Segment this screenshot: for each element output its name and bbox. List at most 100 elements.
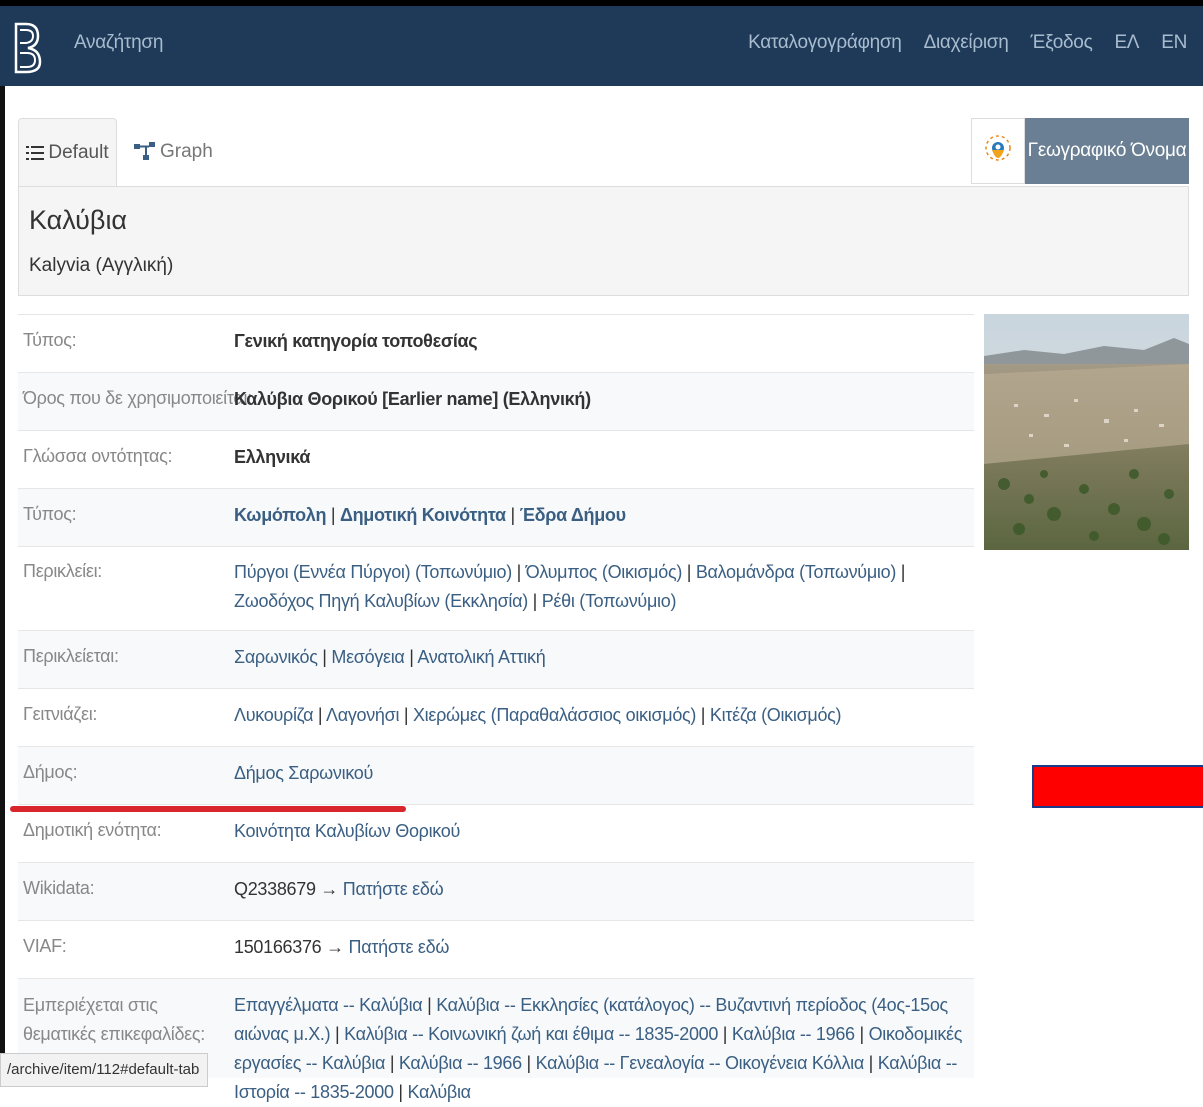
property-value: Γενική κατηγορία τοποθεσίας <box>234 327 966 356</box>
property-value-link[interactable]: Χιερώμες (Παραθαλάσσιος οικισμός) <box>413 705 696 725</box>
property-value-link[interactable]: Επαγγέλματα -- Καλύβια <box>234 995 423 1015</box>
property-value: Σαρωνικός | Μεσόγεια | Ανατολική Αττική <box>234 643 966 672</box>
nav-search-link[interactable]: Αναζήτηση <box>74 32 163 54</box>
property-label: Γλώσσα οντότητας: <box>23 446 173 466</box>
nav-admin-link[interactable]: Διαχείριση <box>924 32 1009 54</box>
property-value: Κοινότητα Καλυβίων Θορικού <box>234 817 966 846</box>
red-highlight-box <box>1032 765 1203 808</box>
tab-default-label: Default <box>48 141 109 163</box>
property-value-link[interactable]: Σαρωνικός <box>234 647 318 667</box>
nav-cataloguing-link[interactable]: Καταλογογράφηση <box>748 32 902 54</box>
property-value-text: Ελληνικά <box>234 447 311 467</box>
property-value: Επαγγέλματα -- Καλύβια | Καλύβια -- Εκκλ… <box>234 991 966 1107</box>
property-value: Ελληνικά <box>234 443 966 472</box>
property-value: Δήμος Σαρωνικού <box>234 759 966 788</box>
property-value-text: Καλύβια Θορικού [Earlier name] (Ελληνική… <box>234 389 591 409</box>
property-value-link[interactable]: Κοινότητα Καλυβίων Θορικού <box>234 821 460 841</box>
property-row: VIAF: 150166376 → Πατήστε εδώ <box>18 920 974 978</box>
property-label: Περικλείει: <box>23 561 103 581</box>
property-value-link[interactable]: Ζωοδόχος Πηγή Καλυβίων (Εκκλησία) <box>234 591 528 611</box>
property-value: Καλύβια Θορικού [Earlier name] (Ελληνική… <box>234 385 966 414</box>
property-value-text: | <box>521 1053 536 1073</box>
property-row: Τύπος: Κωμόπολη | Δημοτική Κοινότητα | Έδ… <box>18 488 974 546</box>
property-value-link[interactable]: Πύργοι (Εννέα Πύργοι) (Τοπωνύμιο) <box>234 562 512 582</box>
top-navbar: Αναζήτηση Καταλογογράφηση Διαχείριση Έξο… <box>0 0 1203 86</box>
property-label: Γειτνιάζει: <box>23 704 98 724</box>
property-value-link[interactable]: Πατήστε εδώ <box>343 879 444 899</box>
property-value-text: | <box>696 705 710 725</box>
property-value-text: Q2338679 → <box>234 879 343 899</box>
graph-icon <box>134 142 155 160</box>
window-left-edge <box>0 86 5 1087</box>
property-label: Δημοτική ενότητα: <box>23 820 162 840</box>
nav-lang-en-link[interactable]: EN <box>1161 32 1187 54</box>
property-value-link[interactable]: Πατήστε εδώ <box>349 937 450 957</box>
nav-lang-el-link[interactable]: ΕΛ <box>1114 32 1139 54</box>
property-label: Εμπεριέχεται στις θεματικές επικεφαλίδες… <box>23 995 205 1044</box>
property-value-text: | <box>399 705 413 725</box>
property-value-link[interactable]: Ανατολική Αττική <box>417 647 545 667</box>
property-value: 150166376 → Πατήστε εδώ <box>234 933 966 962</box>
property-value-text: | <box>330 1024 345 1044</box>
property-value-link[interactable]: Λυκουρίζα <box>234 705 313 725</box>
property-value-text: | <box>313 705 326 725</box>
property-label: Τύπος: <box>23 330 77 350</box>
nav-right-menu: Καταλογογράφηση Διαχείριση Έξοδος ΕΛ EN <box>748 32 1203 54</box>
property-value-text: | <box>326 505 340 525</box>
property-value-link[interactable]: Βαλομάνδρα (Τοπωνύμιο) <box>696 562 897 582</box>
property-value-text: | <box>317 647 332 667</box>
property-value-text: | <box>511 562 526 582</box>
red-underline-annotation <box>10 806 406 812</box>
tab-default[interactable]: Default <box>18 118 117 186</box>
nav-logout-link[interactable]: Έξοδος <box>1030 32 1092 54</box>
property-value-text: Γενική κατηγορία τοποθεσίας <box>234 331 478 351</box>
property-value-link[interactable]: Καλύβια -- Γενεαλογία -- Οικογένεια Κόλλ… <box>536 1053 865 1073</box>
property-value-link[interactable]: Μεσόγεια <box>331 647 404 667</box>
property-label: Δήμος: <box>23 762 78 782</box>
property-value-link[interactable]: Κωμόπολη <box>234 505 326 525</box>
logo-icon[interactable] <box>12 20 42 76</box>
property-value-text: | <box>527 591 542 611</box>
property-value-text: | <box>682 562 696 582</box>
entity-photo[interactable] <box>984 314 1189 550</box>
property-value-link[interactable]: Κιτέζα (Οικισμός) <box>710 705 842 725</box>
property-value-text: | <box>718 1024 732 1044</box>
property-value: Λυκουρίζα | Λαγονήσι | Χιερώμες (Παραθαλ… <box>234 701 966 730</box>
property-label: Όρος που δε χρησιμοποιείται: <box>23 388 252 408</box>
entity-type-badge: Γεωγραφικό Όνομα <box>1025 118 1189 184</box>
property-label: Τύπος: <box>23 504 77 524</box>
property-value: Q2338679 → Πατήστε εδώ <box>234 875 966 904</box>
property-value: Κωμόπολη | Δημοτική Κοινότητα | Έδρα Δήμ… <box>234 501 966 530</box>
property-label: VIAF: <box>23 936 67 956</box>
property-value-text: | <box>422 995 437 1015</box>
property-row: Όρος που δε χρησιμοποιείται: Καλύβια Θορι… <box>18 372 974 430</box>
property-value-link[interactable]: Καλύβια -- Κοινωνική ζωή και έθιμα -- 18… <box>344 1024 718 1044</box>
property-value-text: | <box>863 1053 878 1073</box>
property-value-link[interactable]: Όλυμπος (Οικισμός) <box>526 562 683 582</box>
property-row: Τύπος: Γενική κατηγορία τοποθεσίας <box>18 314 974 372</box>
property-value-link[interactable]: Καλύβια -- 1966 <box>732 1024 855 1044</box>
property-value-link[interactable]: Καλύβια -- 1966 <box>399 1053 522 1073</box>
property-value-link[interactable]: Ρέθι (Τοπωνύμιο) <box>542 591 677 611</box>
property-value-text: | <box>896 562 906 582</box>
property-row: Δημοτική ενότητα: Κοινότητα Καλυβίων Θορι… <box>18 804 974 862</box>
property-value-text: | <box>505 505 520 525</box>
property-row: Περικλείει: Πύργοι (Εννέα Πύργοι) (Τοπωνύ… <box>18 546 974 630</box>
property-value-text: | <box>854 1024 869 1044</box>
property-value-link[interactable]: Καλύβια <box>407 1082 471 1102</box>
property-value-text: | <box>404 647 418 667</box>
tab-graph[interactable]: Graph <box>134 118 213 186</box>
property-value-text: | <box>385 1053 399 1073</box>
property-value: Πύργοι (Εννέα Πύργοι) (Τοπωνύμιο) | Όλυμ… <box>234 558 966 616</box>
property-row: Γλώσσα οντότητας: Ελληνικά <box>18 430 974 488</box>
property-value-link[interactable]: Δημοτική Κοινότητα <box>340 505 506 525</box>
property-value-link[interactable]: Λαγονήσι <box>326 705 399 725</box>
property-value-link[interactable]: Έδρα Δήμου <box>520 505 627 525</box>
property-value-text: | <box>393 1082 408 1102</box>
property-value-link[interactable]: Δήμος Σαρωνικού <box>234 763 373 783</box>
entity-title: Καλύβια <box>29 205 128 235</box>
view-tabs: Default Graph Γεωγραφικό Όνομα <box>18 118 1189 186</box>
tab-graph-label: Graph <box>160 141 213 162</box>
list-icon <box>26 145 45 160</box>
properties-table: Τύπος: Γενική κατηγορία τοποθεσίας Όρος πο… <box>18 314 974 1102</box>
